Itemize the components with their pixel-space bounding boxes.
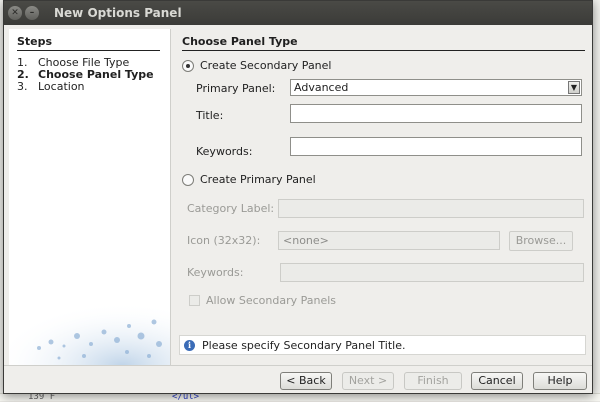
background-code: </ul>: [172, 392, 200, 402]
radio-selected-icon: [182, 59, 194, 72]
radio-label: Create Secondary Panel: [200, 59, 332, 72]
icon-field[interactable]: <none>: [278, 231, 500, 250]
chevron-down-icon: ▼: [568, 81, 580, 94]
allow-secondary-panels-checkbox[interactable]: Allow Secondary Panels: [189, 294, 336, 307]
close-icon: ✕: [11, 8, 19, 18]
new-options-panel-dialog: ✕ – New Options Panel Steps 1. Choose Fi…: [3, 0, 593, 394]
info-message: Please specify Secondary Panel Title.: [202, 338, 406, 352]
content-header: Choose Panel Type: [182, 35, 585, 51]
icon-value: <none>: [283, 234, 329, 247]
radio-label: Create Primary Panel: [200, 173, 316, 186]
create-secondary-panel-radio[interactable]: Create Secondary Panel: [182, 59, 331, 72]
info-message-bar: i Please specify Secondary Panel Title.: [179, 335, 586, 355]
title-label: Title:: [196, 109, 224, 122]
keywords-field[interactable]: [290, 137, 582, 156]
background-editor-bottom: 139 F </ul>: [0, 392, 600, 402]
next-button[interactable]: Next >: [342, 372, 394, 390]
primary-panel-value: Advanced: [294, 81, 349, 94]
steps-list: 1. Choose File Type 2. Choose Panel Type…: [17, 57, 154, 93]
create-primary-panel-radio[interactable]: Create Primary Panel: [182, 173, 316, 186]
back-button[interactable]: < Back: [280, 372, 332, 390]
cancel-button[interactable]: Cancel: [471, 372, 523, 390]
checkbox-label: Allow Secondary Panels: [206, 294, 337, 307]
radio-unselected-icon: [182, 173, 194, 186]
keywords-label: Keywords:: [196, 145, 253, 158]
decorative-dots-art: [9, 286, 170, 366]
checkbox-icon: [189, 295, 200, 306]
minimize-icon: –: [29, 8, 35, 18]
close-window-button[interactable]: ✕: [8, 6, 22, 20]
step-label: Location: [38, 80, 85, 93]
primary-panel-select[interactable]: Advanced ▼: [290, 79, 582, 96]
minimize-window-button[interactable]: –: [25, 6, 39, 20]
steps-header: Steps: [17, 35, 160, 51]
category-label-label: Category Label:: [187, 202, 275, 215]
dialog-footer: < Back Next > Finish Cancel Help: [4, 365, 592, 393]
title-bar: ✕ – New Options Panel: [4, 1, 592, 25]
help-button[interactable]: Help: [533, 372, 587, 390]
content-panel: Choose Panel Type Create Secondary Panel…: [176, 29, 586, 366]
step-item: 3. Location: [17, 81, 154, 93]
title-field[interactable]: [290, 104, 582, 123]
window-title: New Options Panel: [54, 6, 182, 20]
background-line-number: 139 F: [0, 393, 120, 402]
icon-label: Icon (32x32):: [187, 234, 261, 247]
primary-panel-label: Primary Panel:: [196, 82, 276, 95]
browse-button[interactable]: Browse...: [509, 231, 573, 251]
finish-button[interactable]: Finish: [404, 372, 462, 390]
primary-keywords-field[interactable]: [280, 263, 584, 282]
step-number: 3.: [17, 80, 28, 93]
steps-panel: Steps 1. Choose File Type 2. Choose Pane…: [9, 29, 171, 366]
info-icon: i: [184, 339, 195, 351]
category-label-field[interactable]: [278, 199, 584, 218]
primary-keywords-label: Keywords:: [187, 266, 244, 279]
